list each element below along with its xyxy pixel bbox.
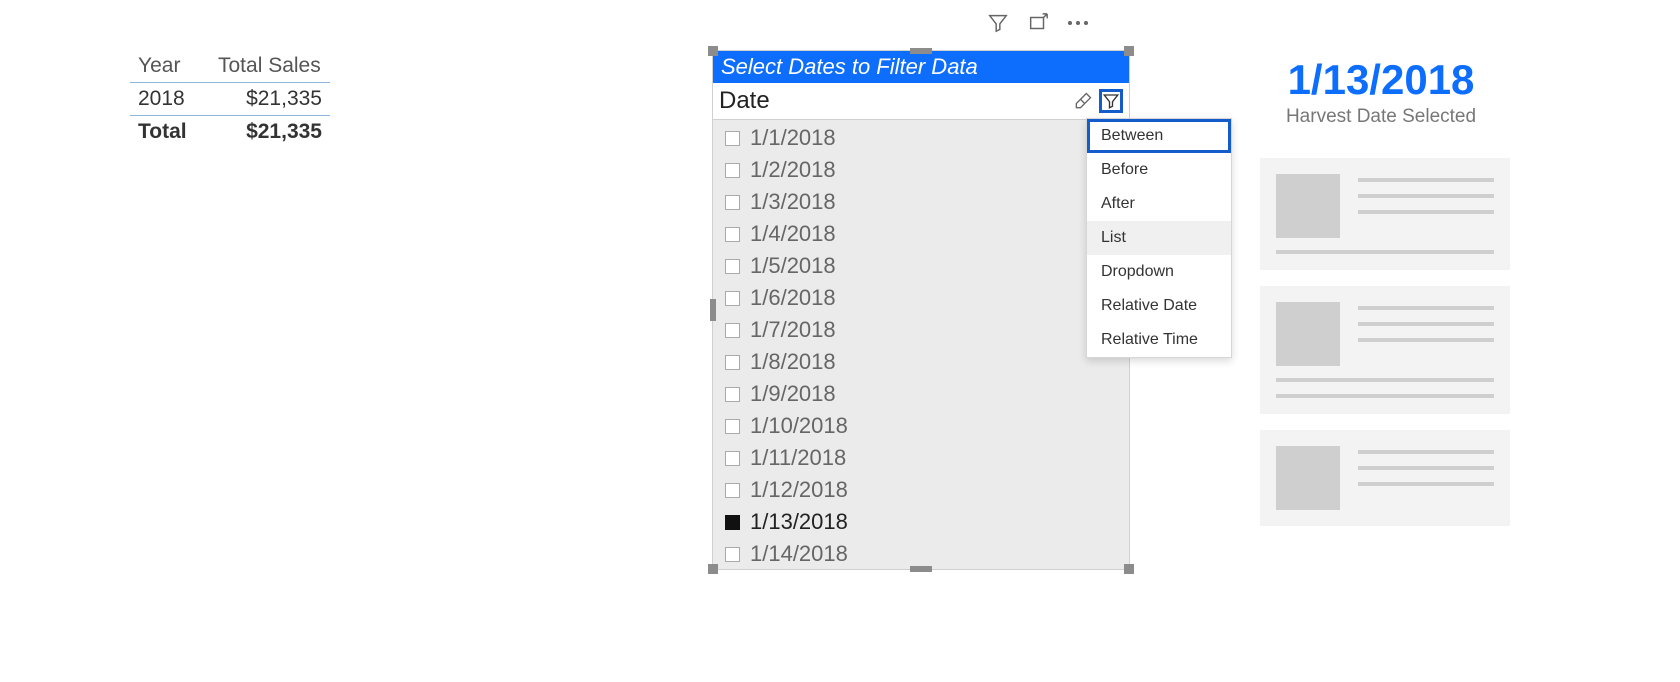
slicer-menu-item[interactable]: List [1087,221,1231,255]
resize-handle[interactable] [910,566,932,572]
placeholder-line [1358,306,1494,310]
placeholder-image [1276,446,1340,510]
slicer-item-label: 1/5/2018 [750,253,836,279]
placeholder-line [1358,466,1494,470]
slicer-item[interactable]: 1/5/2018 [713,250,1129,282]
slicer-type-dropdown-icon[interactable] [1099,89,1123,113]
resize-handle[interactable] [910,48,932,54]
checkbox-icon[interactable] [725,131,740,146]
placeholder-image [1276,302,1340,366]
checkbox-icon[interactable] [725,259,740,274]
slicer-item[interactable]: 1/13/2018 [713,506,1129,538]
card-visual: 1/13/2018 Harvest Date Selected [1236,56,1526,128]
slicer-title: Select Dates to Filter Data [713,51,1129,83]
slicer-list: 1/1/2018 1/2/2018 1/3/2018 1/4/2018 1/5/2018… [713,120,1129,572]
slicer-menu-item[interactable]: Between [1087,119,1231,153]
slicer-item[interactable]: 1/7/2018 [713,314,1129,346]
filter-icon[interactable] [985,10,1011,36]
matrix-header-year: Year [130,50,210,82]
placeholder-card [1260,286,1510,414]
slicer-item-label: 1/1/2018 [750,125,836,151]
checkbox-icon[interactable] [725,163,740,178]
matrix-header-row: Year Total Sales [130,50,330,83]
slicer-visual[interactable]: Select Dates to Filter Data Date 1/1/201… [712,50,1130,570]
slicer-item[interactable]: 1/9/2018 [713,378,1129,410]
placeholder-card [1260,430,1510,526]
focus-mode-icon[interactable] [1025,10,1051,36]
placeholder-line [1358,482,1494,486]
placeholder-line [1276,250,1494,254]
matrix-cell-year: 2018 [130,83,210,115]
slicer-item[interactable]: 1/6/2018 [713,282,1129,314]
resize-handle[interactable] [708,564,718,574]
checkbox-icon[interactable] [725,355,740,370]
slicer-item[interactable]: 1/8/2018 [713,346,1129,378]
resize-handle[interactable] [1124,46,1134,56]
resize-handle[interactable] [708,46,718,56]
resize-handle[interactable] [1124,564,1134,574]
matrix-total-label: Total [130,116,210,148]
placeholder-line [1358,338,1494,342]
slicer-menu-item[interactable]: Before [1087,153,1231,187]
slicer-item[interactable]: 1/12/2018 [713,474,1129,506]
slicer-item-label: 1/7/2018 [750,317,836,343]
checkbox-icon[interactable] [725,323,740,338]
slicer-menu-item[interactable]: Relative Date [1087,289,1231,323]
slicer-item[interactable]: 1/10/2018 [713,410,1129,442]
slicer-item-label: 1/11/2018 [750,445,846,471]
placeholder-line [1358,178,1494,182]
slicer-item[interactable]: 1/1/2018 [713,122,1129,154]
checkbox-icon[interactable] [725,451,740,466]
slicer-item-label: 1/9/2018 [750,381,836,407]
checkbox-icon[interactable] [725,547,740,562]
slicer-item[interactable]: 1/11/2018 [713,442,1129,474]
slicer-item-label: 1/8/2018 [750,349,836,375]
card-label: Harvest Date Selected [1236,106,1526,128]
matrix-header-sales: Total Sales [210,50,330,82]
eraser-icon[interactable] [1071,89,1095,113]
checkbox-icon[interactable] [725,195,740,210]
slicer-field-label: Date [719,87,1067,115]
slicer-item[interactable]: 1/3/2018 [713,186,1129,218]
slicer-type-menu: BetweenBeforeAfterListDropdownRelative D… [1086,118,1232,358]
slicer-menu-item[interactable]: Dropdown [1087,255,1231,289]
checkbox-icon[interactable] [725,483,740,498]
matrix-data-row[interactable]: 2018 $21,335 [130,83,330,116]
slicer-item-label: 1/4/2018 [750,221,836,247]
slicer-item[interactable]: 1/4/2018 [713,218,1129,250]
slicer-item-label: 1/3/2018 [750,189,836,215]
placeholder-card [1260,158,1510,270]
placeholder-line [1358,450,1494,454]
checkbox-icon[interactable] [725,291,740,306]
matrix-total-value: $21,335 [210,116,330,148]
visual-action-bar [985,10,1091,36]
slicer-menu-item[interactable]: After [1087,187,1231,221]
slicer-item-label: 1/6/2018 [750,285,836,311]
card-value: 1/13/2018 [1236,56,1526,104]
checkbox-icon[interactable] [725,227,740,242]
checkbox-icon[interactable] [725,419,740,434]
slicer-item-label: 1/10/2018 [750,413,848,439]
slicer-item-label: 1/14/2018 [750,541,848,567]
slicer-item-label: 1/12/2018 [750,477,848,503]
matrix-visual: Year Total Sales 2018 $21,335 Total $21,… [130,50,330,148]
placeholder-line [1358,210,1494,214]
resize-handle[interactable] [710,299,716,321]
checkbox-icon[interactable] [725,515,740,530]
matrix-total-row: Total $21,335 [130,116,330,148]
checkbox-icon[interactable] [725,387,740,402]
more-options-icon[interactable] [1065,10,1091,36]
placeholder-stack [1260,158,1510,526]
slicer-item[interactable]: 1/2/2018 [713,154,1129,186]
slicer-item-label: 1/13/2018 [750,509,848,535]
placeholder-line [1358,194,1494,198]
placeholder-line [1276,378,1494,382]
slicer-header: Date [713,83,1129,120]
placeholder-line [1276,394,1494,398]
placeholder-image [1276,174,1340,238]
matrix-cell-value: $21,335 [210,83,330,115]
slicer-menu-item[interactable]: Relative Time [1087,323,1231,357]
slicer-item-label: 1/2/2018 [750,157,836,183]
placeholder-line [1358,322,1494,326]
